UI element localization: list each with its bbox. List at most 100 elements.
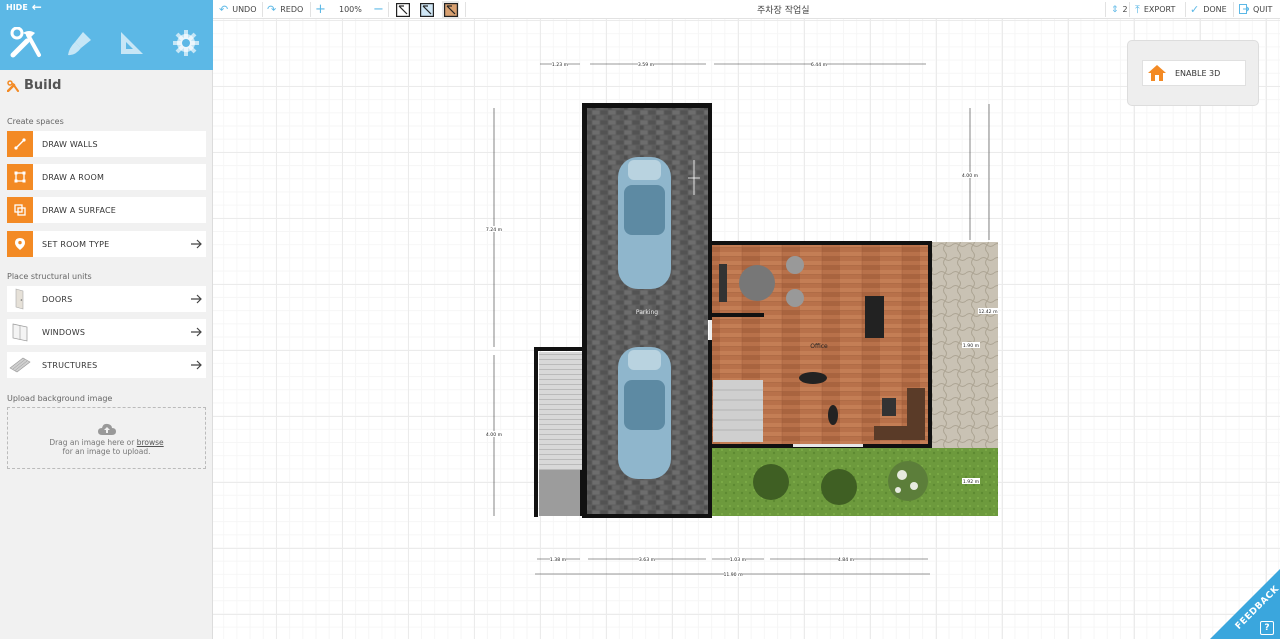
floorplan-canvas[interactable]: Parking Office 1.23 m 3.59 m 6.44 m 1.38… (213, 19, 1280, 639)
zoom-out-button[interactable]: − (373, 0, 384, 19)
flowering-bush[interactable] (888, 461, 928, 501)
car-bottom[interactable] (618, 347, 671, 479)
undo-icon: ↶ (219, 3, 229, 16)
page-title: Build (24, 78, 62, 93)
arrow-right-icon (186, 294, 206, 304)
draw-walls-button[interactable]: DRAW WALLS (7, 131, 206, 157)
window-icon (7, 319, 33, 345)
plus-icon: + (315, 2, 326, 17)
divider (1233, 2, 1234, 17)
blueprint-color-icon (419, 2, 434, 17)
draw-surface-label: DRAW A SURFACE (42, 205, 117, 215)
round-table[interactable] (739, 265, 775, 301)
office-stairs[interactable] (713, 380, 763, 442)
shelf[interactable] (865, 296, 884, 338)
dim-right-1: 12.42 m (978, 309, 998, 315)
floor-selector[interactable]: ⇕ 2 (1111, 0, 1128, 19)
tab-settings[interactable] (168, 26, 204, 60)
draw-room-button[interactable]: DRAW A ROOM (7, 164, 206, 190)
enable-3d-label: ENABLE 3D (1175, 68, 1221, 78)
build-sidebar: HIDE ← Build Create spaces DRAW WALLS DR… (0, 0, 213, 639)
floor-number: 2 (1122, 5, 1128, 14)
redo-button[interactable]: ↷ REDO (267, 0, 303, 19)
house-icon (1147, 64, 1167, 82)
upload-dropzone[interactable]: Drag an image here or browse for an imag… (7, 407, 206, 469)
room-label-parking[interactable]: Parking (636, 309, 658, 316)
minus-icon: − (373, 2, 384, 17)
top-toolbar: ↶ UNDO ↷ REDO + 100% − 주차장 작업실 ⇕ 2 ⤒ EXP… (213, 0, 1280, 19)
stairs-area[interactable] (539, 352, 582, 470)
quit-button[interactable]: QUIT (1239, 0, 1272, 19)
arrow-right-icon (186, 239, 206, 249)
enable-3d-button[interactable]: ENABLE 3D (1142, 60, 1246, 86)
draw-surface-button[interactable]: DRAW A SURFACE (7, 197, 206, 223)
windows-button[interactable]: WINDOWS (7, 319, 206, 345)
browse-link[interactable]: browse (137, 438, 164, 447)
divider (465, 2, 466, 17)
paintbrush-icon (68, 32, 91, 56)
desk-return[interactable] (874, 426, 908, 440)
upload-instructions: Drag an image here or browse (8, 438, 205, 447)
dim-bottom-3: 1.03 m (730, 557, 747, 563)
chair[interactable] (786, 256, 804, 274)
checkmark-icon: ✓ (1190, 3, 1200, 16)
person[interactable] (799, 372, 827, 384)
dog[interactable] (828, 405, 838, 425)
dim-bottom-2: 3.63 m (639, 557, 656, 563)
help-icon[interactable]: ? (1260, 621, 1274, 635)
sofa[interactable] (719, 264, 727, 302)
upload-text-2: for an image to upload. (62, 447, 151, 456)
done-button[interactable]: ✓ DONE (1190, 0, 1227, 19)
feedback-tab[interactable]: FEEDBACK ? (1210, 569, 1280, 639)
upload-text: Drag an image here or (49, 438, 135, 447)
dim-top-1: 1.23 m (552, 62, 569, 68)
room-label-office[interactable]: Office (810, 343, 828, 350)
draw-walls-label: DRAW WALLS (42, 139, 98, 149)
desk[interactable] (907, 388, 925, 440)
hide-label: HIDE (6, 2, 28, 12)
draw-room-icon (7, 164, 33, 190)
structures-button[interactable]: STRUCTURES (7, 352, 206, 378)
project-title: 주차장 작업실 (757, 6, 810, 16)
doors-button[interactable]: DOORS (7, 286, 206, 312)
tree[interactable] (753, 464, 789, 500)
tab-paint[interactable] (62, 26, 98, 60)
divider (388, 2, 389, 17)
office-window[interactable] (793, 444, 863, 447)
gear-icon (173, 30, 199, 56)
dim-right-2: 1.90 m (963, 343, 980, 349)
hide-sidebar-button[interactable]: HIDE ← (6, 1, 42, 13)
location-pin-icon (7, 231, 33, 257)
blueprint-textured-icon (443, 2, 458, 17)
set-room-type-button[interactable]: SET ROOM TYPE (7, 231, 206, 257)
zoom-level: 100% (339, 0, 362, 19)
divider (262, 2, 263, 17)
draw-walls-icon (7, 131, 33, 157)
redo-label: REDO (280, 5, 304, 14)
stair-landing (539, 470, 582, 516)
tools-icon (7, 79, 19, 92)
zoom-in-button[interactable]: + (315, 0, 326, 19)
tab-measure[interactable] (114, 26, 150, 60)
view-mode-textured-button[interactable] (442, 1, 459, 18)
office-door[interactable] (709, 320, 712, 340)
chair[interactable] (786, 289, 804, 307)
door-icon (7, 286, 33, 312)
export-label: EXPORT (1143, 5, 1176, 14)
divider (310, 2, 311, 17)
tools-icon (10, 27, 41, 58)
office-chair[interactable] (882, 398, 896, 416)
tab-build[interactable] (8, 26, 44, 60)
tree[interactable] (821, 469, 857, 505)
stairs-icon (7, 352, 33, 378)
view-mode-color-button[interactable] (418, 1, 435, 18)
car-top[interactable] (618, 157, 671, 289)
arrow-right-icon (186, 360, 206, 370)
view-mode-lines-button[interactable] (394, 1, 411, 18)
undo-button[interactable]: ↶ UNDO (219, 0, 257, 19)
set-square-icon (121, 32, 143, 54)
dim-left-2: 4.00 m (486, 432, 503, 438)
structures-label: STRUCTURES (42, 360, 98, 370)
dim-right-outer: 4.00 m (962, 173, 979, 179)
export-button[interactable]: ⤒ EXPORT (1135, 0, 1175, 19)
